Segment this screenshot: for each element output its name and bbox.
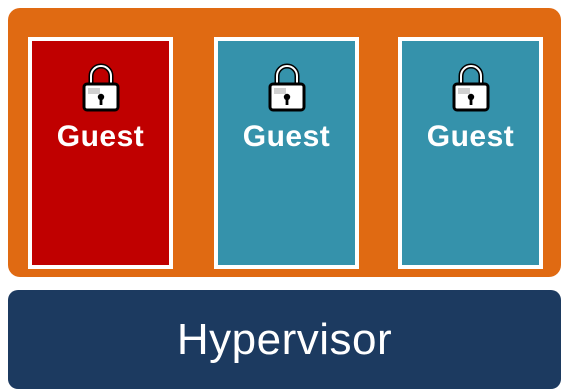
virtualization-diagram: Guest Guest Guest Hypervisor (0, 0, 561, 389)
guest-label: Guest (56, 120, 145, 153)
host-container: Guest Guest Guest (8, 8, 561, 277)
padlock-icon (82, 63, 119, 112)
guest-label: Guest (242, 120, 331, 153)
hypervisor-label: Hypervisor (176, 314, 393, 364)
padlock-icon (268, 63, 305, 112)
guest-label: Guest (426, 120, 515, 153)
hypervisor-layer: Hypervisor (8, 290, 561, 389)
padlock-icon (452, 63, 489, 112)
guest-box-3: Guest (398, 37, 543, 269)
guest-box-2: Guest (214, 37, 359, 269)
guest-box-1: Guest (28, 37, 173, 269)
